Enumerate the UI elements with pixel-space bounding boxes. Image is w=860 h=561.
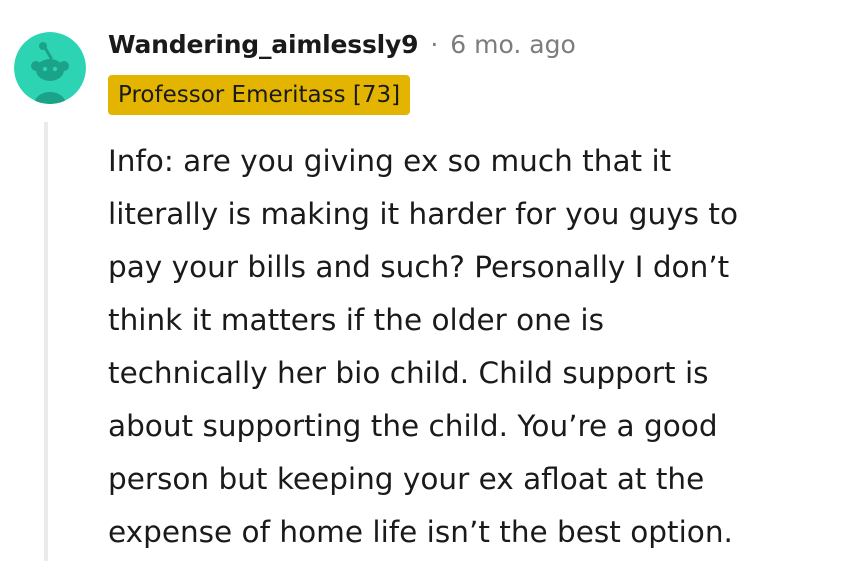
comment-body-line: technically her bio child. Child support…	[108, 356, 709, 390]
timestamp-link[interactable]: 6 mo. ago	[450, 30, 575, 59]
comment-body: Info: are you giving ex so much that it …	[108, 135, 848, 559]
username-link[interactable]: Wandering_aimlessly9	[108, 30, 419, 59]
user-flair-badge: Professor Emeritass [73]	[108, 75, 411, 115]
user-flair-text: Professor Emeritass [73]	[118, 82, 401, 108]
comment-body-line: Info: are you giving ex so much that it	[108, 144, 672, 178]
meta-separator: ·	[430, 29, 439, 59]
comment-body-line: pay your bills and such? Personally I do…	[108, 250, 730, 284]
comment-body-line: expense of home life isn’t the best opti…	[108, 515, 733, 549]
comment-body-line: about supporting the child. You’re a goo…	[108, 409, 718, 443]
comment: Wandering_aimlessly9 · 6 mo. ago Profess…	[0, 0, 860, 561]
user-avatar[interactable]	[14, 32, 86, 104]
comment-body-line: literally is making it harder for you gu…	[108, 197, 739, 231]
comment-header: Wandering_aimlessly9 · 6 mo. ago	[108, 24, 576, 64]
thread-collapse-line[interactable]	[44, 122, 48, 561]
snoo-avatar-icon	[14, 32, 86, 104]
comment-body-line: think it matters if the older one is	[108, 303, 604, 337]
comment-body-line: person but keeping your ex afloat at the	[108, 462, 705, 496]
